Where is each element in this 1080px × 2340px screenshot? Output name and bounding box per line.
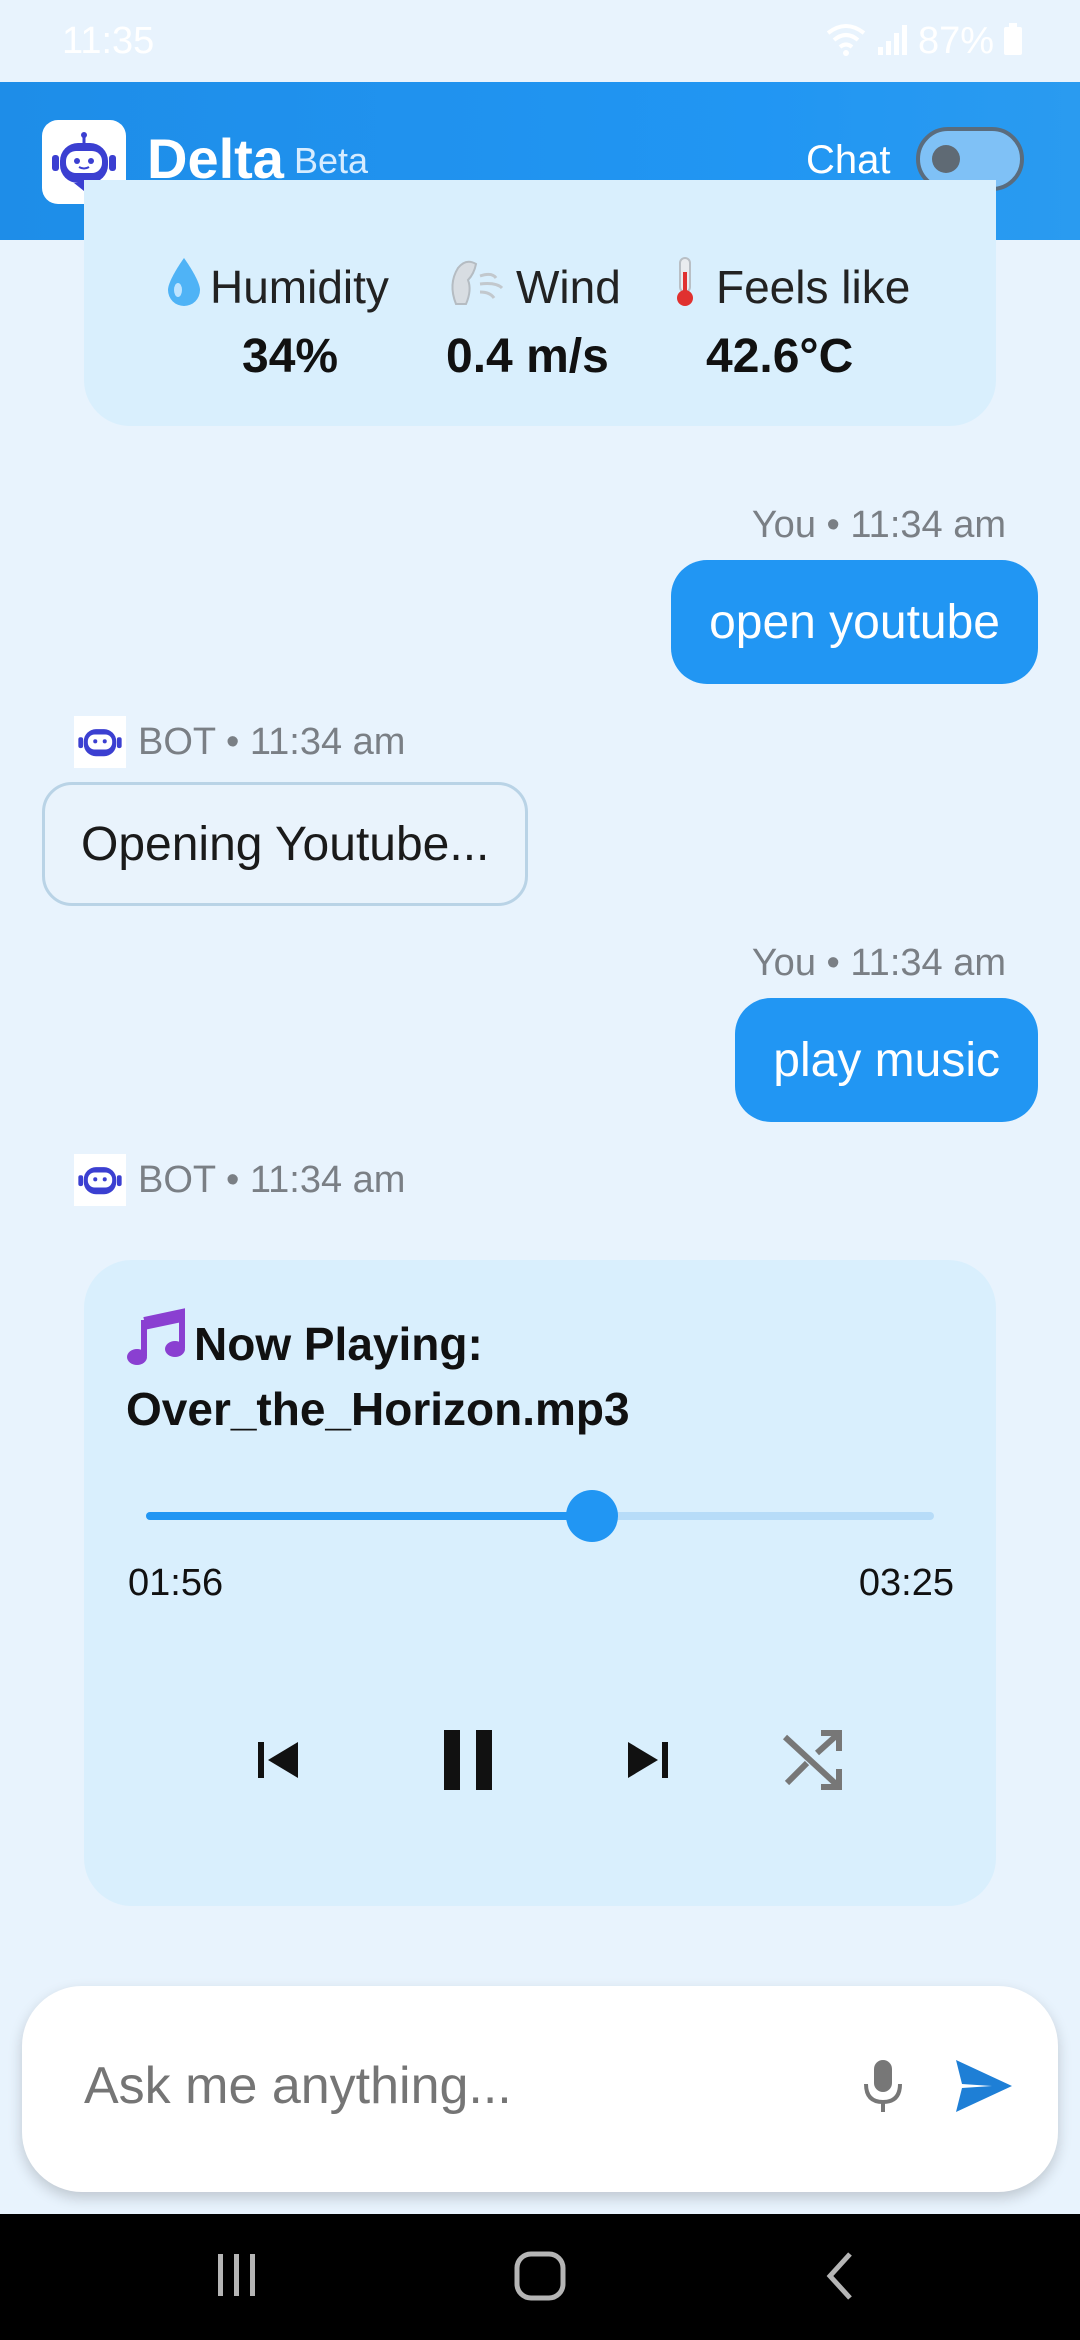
bot-avatar-icon [74, 1154, 126, 1206]
send-icon[interactable] [952, 2056, 1016, 2121]
next-button[interactable] [618, 1722, 678, 1802]
now-playing-heading: Now Playing: [126, 1308, 483, 1379]
bot-message-bubble: Opening Youtube... [42, 782, 529, 906]
pause-icon [438, 1728, 498, 1797]
seek-bar[interactable] [146, 1490, 934, 1542]
home-icon[interactable] [512, 2248, 568, 2309]
bot-meta-text: BOT • 11:34 am [138, 720, 406, 763]
music-player-card: Now Playing: Over_the_Horizon.mp3 01:56 … [84, 1260, 996, 1906]
next-icon [624, 1736, 672, 1789]
message-input[interactable] [84, 2056, 844, 2116]
feels-like-value: 42.6°C [706, 330, 854, 383]
status-bar: 11:35 87% [0, 0, 1080, 82]
message-meta: You • 11:34 am [751, 942, 1006, 984]
back-icon[interactable] [820, 2248, 860, 2309]
status-time: 11:35 [62, 20, 155, 62]
current-time: 01:56 [128, 1562, 224, 1604]
previous-icon [254, 1736, 302, 1789]
seek-bar-thumb[interactable] [566, 1490, 618, 1542]
droplet-icon [164, 254, 204, 319]
shuffle-icon [781, 1729, 843, 1796]
beta-badge: Beta [294, 140, 369, 181]
status-icons: 87% [824, 20, 1024, 63]
message-input-bar [22, 1986, 1058, 2192]
battery-percent: 87% [917, 20, 994, 62]
toggle-knob [932, 145, 960, 173]
wind-face-icon [446, 254, 510, 319]
user-message-bubble: open youtube [671, 560, 1038, 684]
chat-toggle-label: Chat [806, 138, 891, 182]
bot-message-meta: BOT • 11:34 am [74, 1154, 405, 1206]
thermometer-icon [660, 254, 710, 319]
weather-feels-like: Feels like 42.6°C [660, 254, 910, 384]
microphone-icon[interactable] [858, 2056, 908, 2121]
track-name: Over_the_Horizon.mp3 [126, 1383, 630, 1435]
weather-card: Humidity 34% Wind 0.4 m/s Feels like 42.… [84, 180, 996, 426]
signal-icon [876, 21, 910, 62]
feels-like-label: Feels like [716, 260, 911, 313]
system-nav-bar [0, 2214, 1080, 2340]
humidity-label: Humidity [210, 260, 389, 313]
wifi-icon [824, 21, 868, 62]
bot-meta-text: BOT • 11:34 am [138, 1158, 406, 1201]
recent-apps-icon[interactable] [212, 2248, 262, 2307]
now-playing-label: Now Playing: [194, 1317, 483, 1370]
weather-wind: Wind 0.4 m/s [446, 254, 621, 384]
wind-value: 0.4 m/s [446, 330, 609, 383]
bot-avatar-icon [74, 716, 126, 768]
shuffle-button[interactable] [772, 1722, 852, 1802]
weather-humidity: Humidity 34% [164, 254, 389, 384]
message-meta: You • 11:34 am [751, 504, 1006, 546]
wind-label: Wind [516, 260, 621, 313]
previous-button[interactable] [248, 1722, 308, 1802]
humidity-value: 34% [242, 330, 339, 383]
pause-button[interactable] [428, 1722, 508, 1802]
user-message-bubble: play music [735, 998, 1038, 1122]
music-note-icon [126, 1308, 188, 1379]
battery-icon [1002, 21, 1024, 62]
seek-bar-progress [146, 1512, 592, 1520]
bot-message-meta: BOT • 11:34 am [74, 716, 405, 768]
total-time: 03:25 [858, 1562, 954, 1604]
